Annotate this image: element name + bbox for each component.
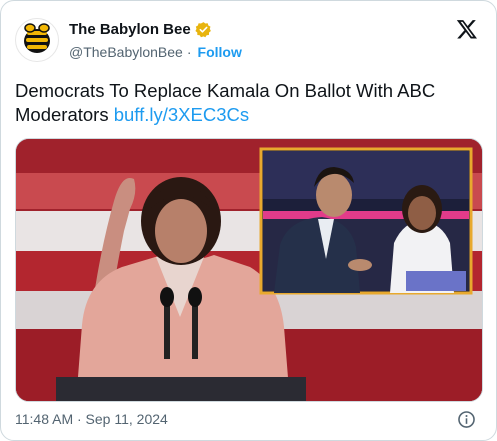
display-name[interactable]: The Babylon Bee [69, 21, 191, 38]
verified-badge-icon [195, 22, 211, 38]
photo-illustration [16, 139, 482, 401]
tweet-link[interactable]: buff.ly/3XEC3Cs [114, 104, 249, 125]
bee-logo-icon [24, 23, 50, 53]
avatar[interactable] [15, 18, 59, 62]
separator-dot: · [186, 44, 192, 60]
x-logo-icon[interactable] [456, 18, 478, 40]
tweet-text: Democrats To Replace Kamala On Ballot Wi… [15, 79, 483, 127]
handle[interactable]: @TheBabylonBee [69, 44, 183, 60]
info-icon[interactable] [457, 410, 476, 429]
name-row: The Babylon Bee [69, 21, 212, 38]
inset-photo [259, 147, 473, 295]
tweet-photo[interactable] [15, 138, 483, 402]
follow-button[interactable]: Follow [198, 44, 242, 60]
timestamp[interactable]: 11:48 AM · Sep 11, 2024 [15, 411, 168, 427]
tweet-card: The Babylon Bee @TheBabylonBee · Follow … [0, 0, 497, 441]
handle-row: @TheBabylonBee · Follow [69, 44, 242, 60]
